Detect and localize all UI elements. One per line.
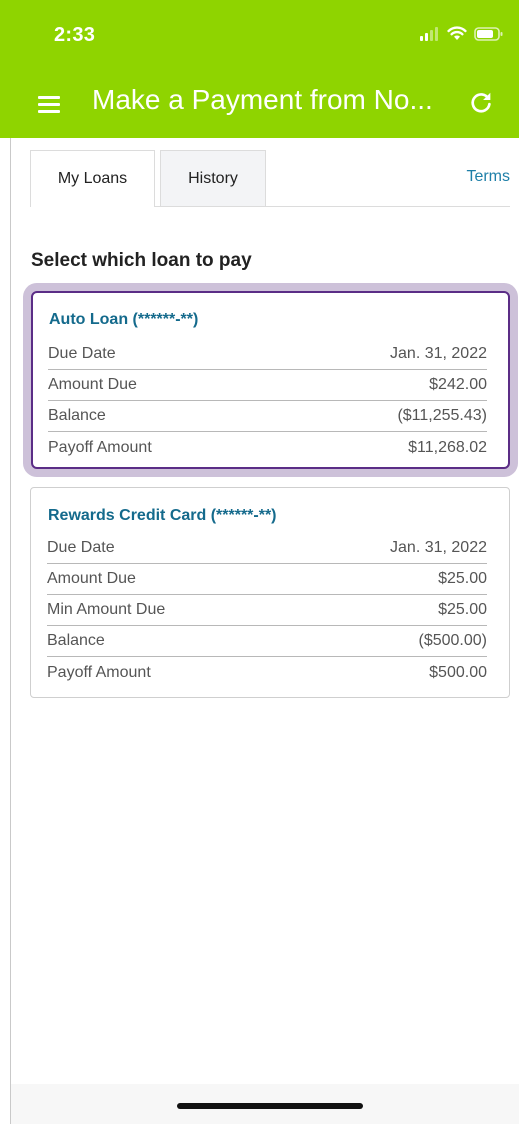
page-title: Make a Payment from No... — [92, 84, 433, 115]
app-header: 2:33 Make a Payment from No... — [0, 0, 519, 138]
detail-value: Jan. 31, 2022 — [390, 345, 487, 362]
detail-label: Payoff Amount — [48, 438, 152, 456]
loan-card-rewards-credit-card[interactable]: Rewards Credit Card (******-**) Due Date… — [30, 487, 510, 698]
home-indicator[interactable] — [177, 1103, 363, 1109]
loan-details: Due Date Jan. 31, 2022 Amount Due $242.00 … — [48, 339, 487, 463]
loan-title: Rewards Credit Card (******-**) — [48, 507, 277, 524]
loan-tabs: My Loans History Terms — [30, 150, 510, 207]
section-title: Select which loan to pay — [31, 250, 252, 271]
loan-card-auto-loan[interactable]: Auto Loan (******-**) Due Date Jan. 31, 2… — [31, 291, 510, 469]
detail-row: Min Amount Due $25.00 — [47, 595, 487, 626]
detail-label: Min Amount Due — [47, 601, 166, 618]
detail-row: Payoff Amount $11,268.02 — [48, 432, 487, 463]
wifi-icon — [447, 26, 467, 40]
loan-title: Auto Loan (******-**) — [49, 311, 199, 328]
detail-value: $25.00 — [438, 570, 487, 587]
detail-label: Payoff Amount — [47, 663, 151, 681]
status-icons — [420, 26, 503, 41]
loan-details: Due Date Jan. 31, 2022 Amount Due $25.00 M… — [47, 533, 487, 688]
detail-row: Balance ($500.00) — [47, 626, 487, 657]
detail-label: Due Date — [48, 345, 116, 362]
detail-value: ($500.00) — [418, 632, 488, 649]
terms-link[interactable]: Terms — [466, 168, 510, 186]
signal-icon — [420, 26, 438, 41]
title-bar: Make a Payment from No... — [0, 76, 519, 138]
detail-row: Balance ($11,255.43) — [48, 401, 487, 432]
detail-label: Balance — [48, 407, 106, 424]
detail-row: Amount Due $242.00 — [48, 370, 487, 401]
detail-label: Amount Due — [47, 570, 136, 587]
battery-icon — [474, 26, 503, 41]
detail-label: Amount Due — [48, 376, 137, 393]
detail-row: Due Date Jan. 31, 2022 — [48, 339, 487, 370]
detail-value: $25.00 — [438, 601, 487, 618]
detail-label: Balance — [47, 632, 105, 649]
detail-value: ($11,255.43) — [397, 407, 487, 424]
detail-value: $500.00 — [429, 663, 487, 681]
detail-row: Amount Due $25.00 — [47, 564, 487, 595]
status-bar: 2:33 — [0, 0, 519, 76]
refresh-icon[interactable] — [467, 89, 495, 117]
detail-value: $242.00 — [429, 376, 487, 393]
status-time: 2:33 — [54, 24, 96, 46]
detail-value: Jan. 31, 2022 — [390, 539, 487, 556]
detail-value: $11,268.02 — [408, 438, 487, 456]
content-frame-border — [10, 138, 11, 1124]
tab-history[interactable]: History — [160, 150, 266, 206]
detail-label: Due Date — [47, 539, 115, 556]
tab-my-loans[interactable]: My Loans — [30, 150, 155, 207]
detail-row: Due Date Jan. 31, 2022 — [47, 533, 487, 564]
detail-row: Payoff Amount $500.00 — [47, 657, 487, 688]
menu-icon[interactable] — [38, 94, 62, 116]
